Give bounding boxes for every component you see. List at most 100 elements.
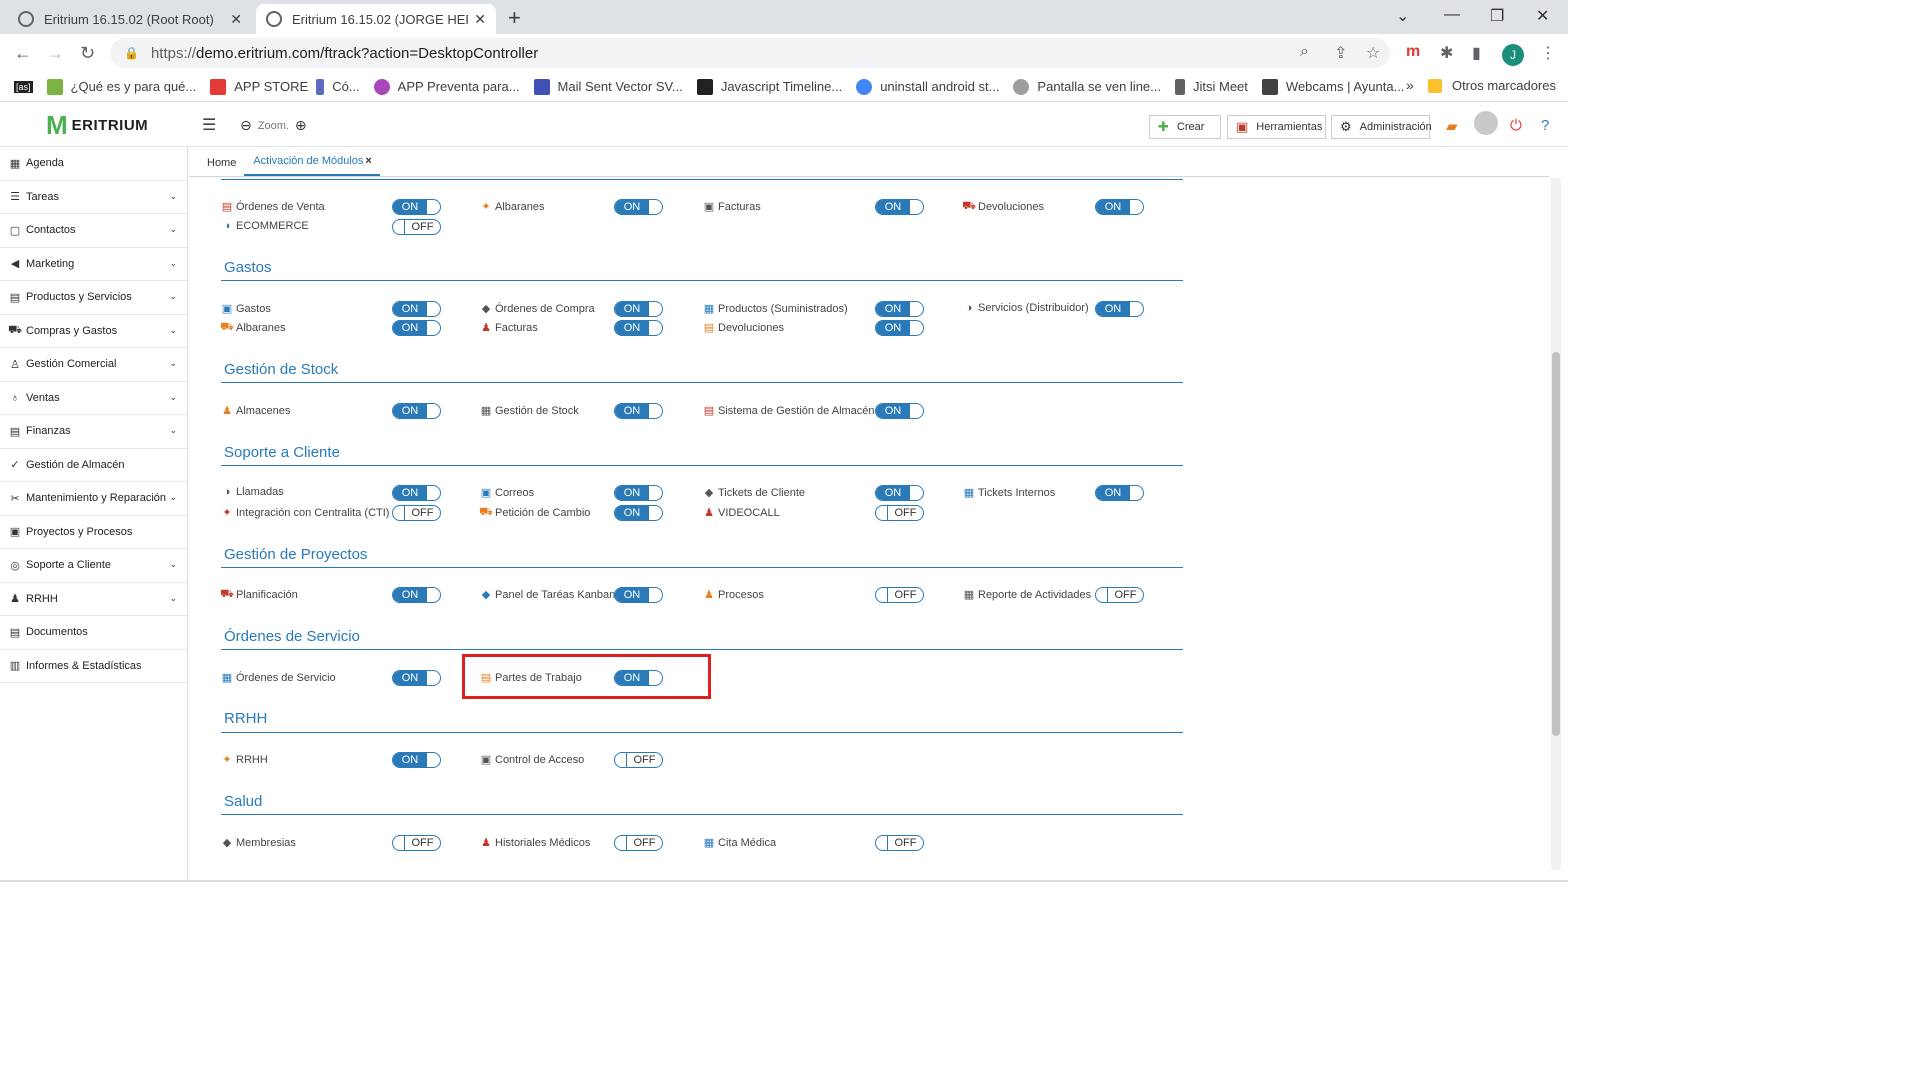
window-close-icon[interactable]: ✕ — [1536, 6, 1549, 26]
module-toggle[interactable]: ON — [392, 587, 441, 603]
share-icon[interactable]: ⇪ — [1334, 43, 1347, 63]
module-toggle[interactable]: ON — [1095, 199, 1144, 215]
module-toggle[interactable]: ON — [875, 320, 924, 336]
module-toggle[interactable]: OFF — [1095, 587, 1144, 603]
profile-avatar[interactable]: J — [1502, 44, 1524, 66]
chevron-down-icon[interactable]: ⌄ — [169, 191, 177, 202]
brand-logo[interactable]: M ERITRIUM — [46, 112, 148, 138]
module-toggle[interactable]: ON — [614, 485, 663, 501]
zoom-in-icon[interactable]: ⊕ — [295, 117, 307, 134]
module-toggle[interactable]: ON — [392, 403, 441, 419]
bookmarks-more-button[interactable]: » — [1406, 77, 1414, 93]
chevron-down-icon[interactable]: ⌄ — [169, 224, 177, 235]
module-toggle[interactable]: ON — [1095, 485, 1144, 501]
sidebar-item[interactable]: ▢ Contactos ⌄ — [0, 214, 187, 248]
sidepanel-icon[interactable]: ▮ — [1472, 43, 1481, 63]
module-toggle[interactable]: OFF — [392, 219, 441, 235]
module-toggle[interactable]: ON — [614, 403, 663, 419]
sidebar-item[interactable]: ♁ Ventas ⌄ — [0, 382, 187, 415]
module-toggle[interactable]: OFF — [392, 835, 441, 851]
sidebar-item[interactable]: ◀ Marketing ⌄ — [0, 248, 187, 281]
menu-dots-icon[interactable]: ⋮ — [1540, 43, 1556, 63]
module-toggle[interactable]: OFF — [614, 752, 663, 768]
module-toggle[interactable]: ON — [392, 320, 441, 336]
administracion-button[interactable]: ⚙ Administración — [1331, 115, 1432, 139]
chevron-down-icon[interactable]: ⌄ — [169, 291, 177, 302]
module-toggle[interactable]: ON — [614, 670, 663, 686]
module-toggle[interactable]: OFF — [392, 505, 441, 521]
minimize-icon[interactable]: — — [1444, 6, 1460, 24]
sidebar-item[interactable]: ▤ Productos y Servicios ⌄ — [0, 281, 187, 315]
breadcrumb-home[interactable]: Home — [189, 157, 244, 176]
sidebar-item[interactable]: ▦ Agenda — [0, 147, 187, 181]
scrollbar-thumb[interactable] — [1552, 352, 1560, 736]
module-toggle[interactable]: OFF — [875, 587, 924, 603]
extension-m-icon[interactable]: m — [1406, 43, 1420, 61]
sidebar-item[interactable]: ♟ RRHH ⌄ — [0, 583, 187, 616]
module-toggle[interactable]: ON — [1095, 301, 1144, 317]
chevron-down-icon[interactable]: ⌄ — [169, 559, 177, 570]
other-bookmarks[interactable]: Otros marcadores — [1427, 78, 1556, 93]
help-icon[interactable]: ? — [1541, 117, 1549, 134]
module-toggle[interactable]: OFF — [875, 835, 924, 851]
zoom-out-icon[interactable]: ⊖ — [240, 117, 252, 134]
bookmark-item[interactable]: APP Preventa para... — [373, 78, 520, 95]
restore-icon[interactable]: ❐ — [1490, 6, 1504, 26]
module-toggle[interactable]: ON — [392, 301, 441, 317]
module-toggle[interactable]: ON — [392, 670, 441, 686]
chevron-down-icon[interactable]: ⌄ — [169, 425, 177, 436]
power-icon[interactable]: ⏻ — [1510, 117, 1522, 134]
hamburger-icon[interactable]: ☰ — [202, 115, 216, 135]
module-toggle[interactable]: ON — [875, 403, 924, 419]
sidebar-item[interactable]: ▤ Documentos — [0, 616, 187, 650]
new-tab-button[interactable]: + — [508, 5, 521, 31]
bookmark-item[interactable]: Jitsi Meet — [1175, 78, 1248, 95]
browser-tab-jorge[interactable]: Eritrium 16.15.02 (JORGE HERRERA ✕ — [256, 4, 496, 34]
close-icon[interactable]: ✕ — [474, 11, 486, 28]
bookmark-as[interactable]: [as] — [14, 80, 33, 93]
chevron-down-icon[interactable]: ⌄ — [169, 593, 177, 604]
sidebar-item[interactable]: ▥ Informes & Estadísticas — [0, 650, 187, 683]
bookmark-item[interactable]: Có... — [316, 78, 360, 95]
module-toggle[interactable]: OFF — [614, 835, 663, 851]
sidebar-item[interactable]: ▣ Proyectos y Procesos — [0, 516, 187, 549]
module-toggle[interactable]: ON — [392, 485, 441, 501]
chevron-down-icon[interactable]: ⌄ — [1396, 6, 1409, 26]
browser-tab-root[interactable]: Eritrium 16.15.02 (Root Root) ✕ — [8, 4, 252, 34]
back-icon[interactable]: ← — [14, 43, 32, 64]
sidebar-item[interactable]: ▤ Finanzas ⌄ — [0, 415, 187, 449]
close-icon[interactable]: ✕ — [230, 11, 242, 28]
reload-icon[interactable]: ↻ — [80, 43, 95, 64]
tab-activacion-modulos[interactable]: Activación de Módulos × — [244, 155, 380, 176]
module-toggle[interactable]: ON — [614, 320, 663, 336]
puzzle-icon[interactable]: ✱ — [1440, 43, 1453, 63]
sidebar-item[interactable]: ◎ Soporte a Cliente ⌄ — [0, 549, 187, 583]
forward-icon[interactable]: → — [46, 43, 64, 64]
chevron-down-icon[interactable]: ⌄ — [169, 392, 177, 403]
sidebar-item[interactable]: ♙ Gestión Comercial ⌄ — [0, 348, 187, 382]
module-toggle[interactable]: ON — [392, 199, 441, 215]
module-toggle[interactable]: ON — [875, 301, 924, 317]
bookmark-item[interactable]: uninstall android st... — [856, 78, 999, 95]
module-toggle[interactable]: ON — [392, 752, 441, 768]
bookmark-item[interactable]: Javascript Timeline... — [696, 78, 842, 95]
sidebar-item[interactable]: ✂ Mantenimiento y Reparación ⌄ — [0, 482, 187, 516]
module-toggle[interactable]: ON — [614, 199, 663, 215]
zoom-icon[interactable]: ⌕ — [1300, 43, 1309, 61]
url-field[interactable]: 🔒 https:// demo.eritrium.com/ftrack?acti… — [110, 38, 1390, 68]
bookmark-item[interactable]: Webcams | Ayunta... — [1261, 78, 1404, 95]
sidebar-item[interactable]: ✓ Gestión de Almacén — [0, 449, 187, 482]
user-avatar-icon[interactable] — [1474, 111, 1498, 135]
sidebar-item[interactable]: ⛟ Compras y Gastos ⌄ — [0, 315, 187, 348]
chevron-down-icon[interactable]: ⌄ — [169, 258, 177, 269]
bookmark-item[interactable]: Mail Sent Vector SV... — [533, 78, 683, 95]
module-toggle[interactable]: ON — [614, 505, 663, 521]
chevron-down-icon[interactable]: ⌄ — [169, 358, 177, 369]
sidebar-item[interactable]: ☰ Tareas ⌄ — [0, 181, 187, 214]
star-icon[interactable]: ☆ — [1366, 43, 1380, 63]
module-toggle[interactable]: ON — [614, 587, 663, 603]
module-toggle[interactable]: OFF — [875, 505, 924, 521]
chevron-down-icon[interactable]: ⌄ — [169, 492, 177, 503]
module-toggle[interactable]: ON — [614, 301, 663, 317]
module-toggle[interactable]: ON — [875, 485, 924, 501]
